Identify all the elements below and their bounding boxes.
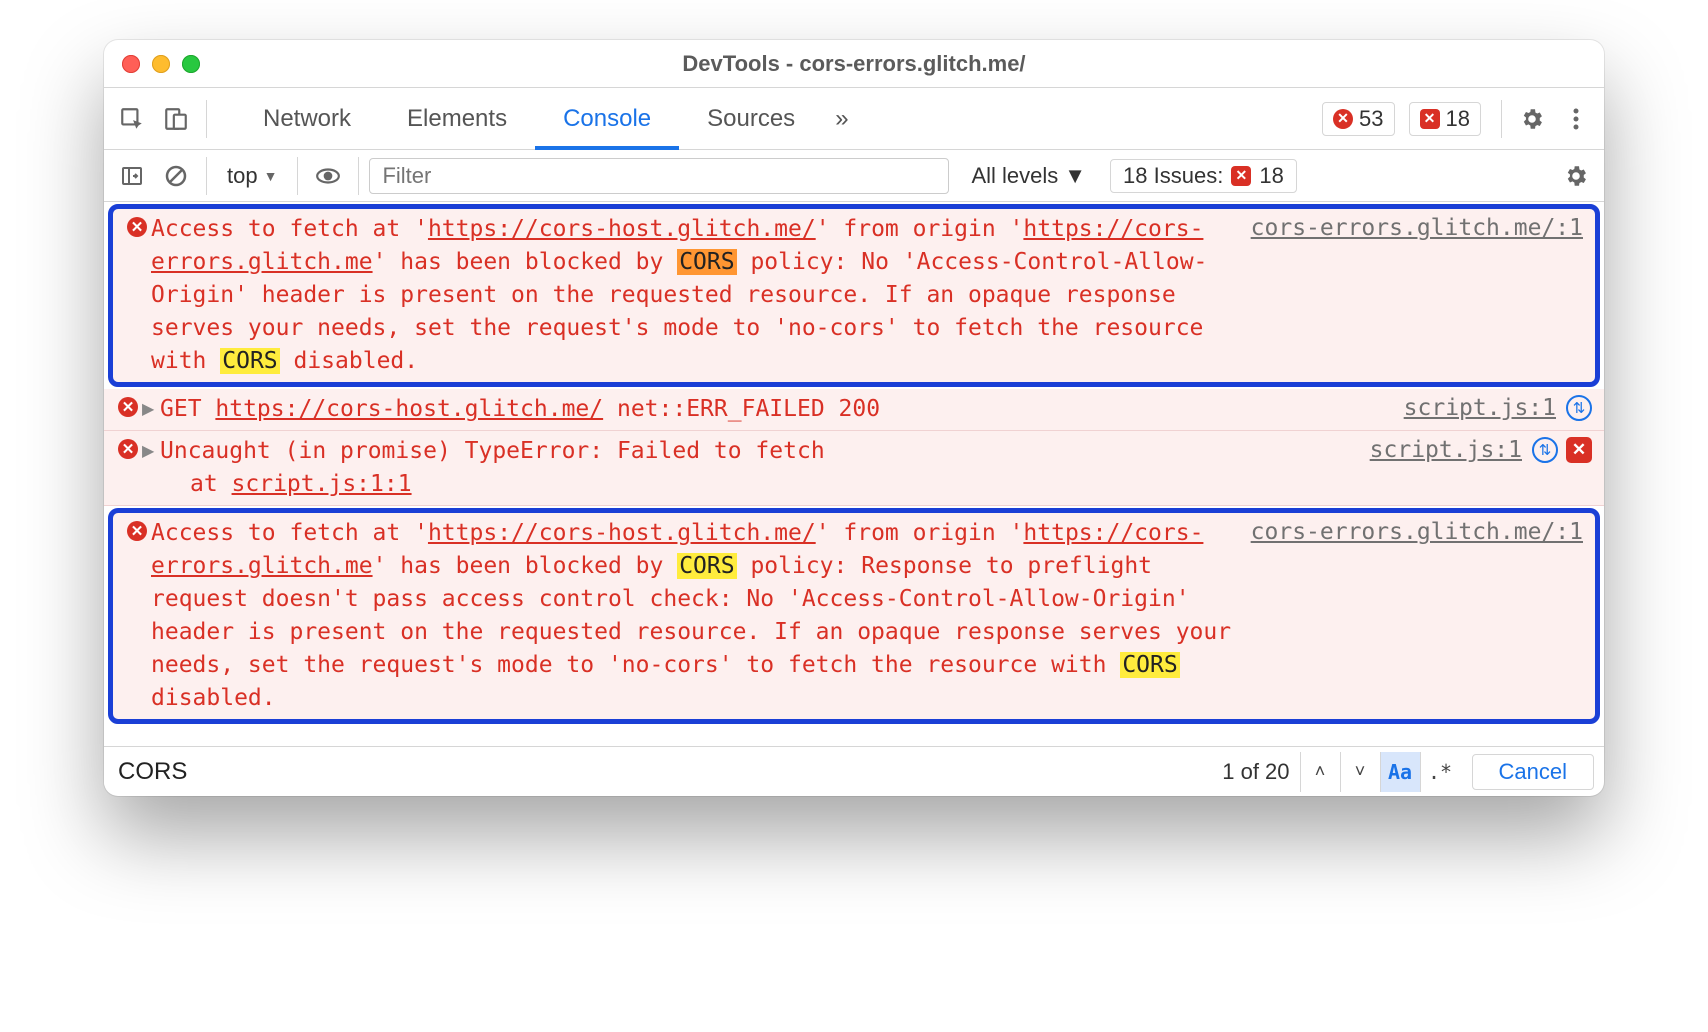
issues-label: 18 Issues: xyxy=(1123,163,1223,189)
find-prev-button[interactable]: ˄ xyxy=(1300,752,1340,792)
chevron-down-icon: ▼ xyxy=(1064,163,1086,189)
separator xyxy=(358,157,359,195)
find-input[interactable] xyxy=(104,758,1212,786)
sidebar-toggle-icon[interactable] xyxy=(112,156,152,196)
chevron-down-icon: ▼ xyxy=(264,168,278,184)
levels-label: All levels xyxy=(971,163,1058,189)
regex-toggle[interactable]: .* xyxy=(1420,752,1460,792)
expand-toggle-icon[interactable]: ▶ xyxy=(142,393,160,426)
separator xyxy=(297,157,298,195)
source-link[interactable]: cors-errors.glitch.me/:1 xyxy=(1237,517,1583,715)
source-link[interactable]: cors-errors.glitch.me/:1 xyxy=(1237,213,1583,378)
kebab-menu-icon[interactable] xyxy=(1556,99,1596,139)
expand-toggle-icon[interactable]: ▶ xyxy=(142,435,160,468)
error-icon: ✕ xyxy=(127,217,147,237)
context-label: top xyxy=(227,163,258,189)
tab-sources[interactable]: Sources xyxy=(679,88,823,150)
devtools-window: DevTools - cors-errors.glitch.me/ Networ… xyxy=(104,40,1604,796)
issue-link-icon[interactable]: ✕ xyxy=(1566,437,1592,463)
inspect-element-icon[interactable] xyxy=(112,99,152,139)
errors-count: 53 xyxy=(1359,106,1383,132)
separator xyxy=(1501,100,1502,138)
clear-console-icon[interactable] xyxy=(156,156,196,196)
context-selector[interactable]: top ▼ xyxy=(217,163,287,189)
log-levels-selector[interactable]: All levels ▼ xyxy=(971,163,1086,189)
live-expression-icon[interactable] xyxy=(308,156,348,196)
find-status: 1 of 20 xyxy=(1212,759,1299,785)
console-settings-icon[interactable] xyxy=(1556,156,1596,196)
source-link[interactable]: script.js:1 xyxy=(1390,393,1556,426)
main-tabbar: Network Elements Console Sources » ✕ 53 … xyxy=(104,88,1604,150)
window-title: DevTools - cors-errors.glitch.me/ xyxy=(104,51,1604,77)
find-next-button[interactable]: ˅ xyxy=(1340,752,1380,792)
console-error-row[interactable]: ✕ Access to fetch at 'https://cors-host.… xyxy=(108,508,1600,724)
device-toolbar-icon[interactable] xyxy=(156,99,196,139)
errors-badge[interactable]: ✕ 53 xyxy=(1322,102,1394,136)
separator xyxy=(206,157,207,195)
titlebar: DevTools - cors-errors.glitch.me/ xyxy=(104,40,1604,88)
issues-badge[interactable]: ✕ 18 xyxy=(1409,102,1481,136)
issues-count: 18 xyxy=(1446,106,1470,132)
error-icon: ✕ xyxy=(1333,109,1353,129)
stack-link[interactable]: script.js:1:1 xyxy=(232,471,412,497)
network-link-icon[interactable]: ⇅ xyxy=(1566,395,1592,421)
error-icon: ✕ xyxy=(127,521,147,541)
find-bar: 1 of 20 ˄ ˅ Aa .* Cancel xyxy=(104,746,1604,796)
network-link-icon[interactable]: ⇅ xyxy=(1532,437,1558,463)
tab-console[interactable]: Console xyxy=(535,88,679,150)
console-error-row[interactable]: ✕ Access to fetch at 'https://cors-host.… xyxy=(108,204,1600,387)
panel-tabs: Network Elements Console Sources » xyxy=(235,88,861,150)
error-icon: ✕ xyxy=(118,397,138,417)
tab-network[interactable]: Network xyxy=(235,88,379,150)
separator xyxy=(206,100,207,138)
filter-input[interactable] xyxy=(369,158,949,194)
tab-overflow[interactable]: » xyxy=(823,88,860,150)
error-icon: ✕ xyxy=(118,439,138,459)
console-error-row[interactable]: ✕ ▶ Uncaught (in promise) TypeError: Fai… xyxy=(104,431,1604,506)
find-cancel-button[interactable]: Cancel xyxy=(1472,754,1594,790)
error-message: Access to fetch at 'https://cors-host.gl… xyxy=(151,213,1237,378)
issue-icon: ✕ xyxy=(1420,109,1440,129)
settings-icon[interactable] xyxy=(1512,99,1552,139)
source-link[interactable]: script.js:1 xyxy=(1356,435,1522,468)
tab-elements[interactable]: Elements xyxy=(379,88,535,150)
console-messages: ✕ Access to fetch at 'https://cors-host.… xyxy=(104,204,1604,746)
issues-link[interactable]: 18 Issues: ✕ 18 xyxy=(1110,159,1297,193)
stack-frame: at script.js:1:1 xyxy=(114,468,412,501)
console-toolbar: top ▼ All levels ▼ 18 Issues: ✕ 18 xyxy=(104,150,1604,202)
issues-badge-count: 18 xyxy=(1259,163,1283,189)
issue-icon: ✕ xyxy=(1231,166,1251,186)
match-case-toggle[interactable]: Aa xyxy=(1380,752,1420,792)
error-message: Access to fetch at 'https://cors-host.gl… xyxy=(151,517,1237,715)
error-message: GET https://cors-host.glitch.me/ net::ER… xyxy=(160,393,1390,426)
error-message: Uncaught (in promise) TypeError: Failed … xyxy=(160,435,1356,468)
console-error-row[interactable]: ✕ ▶ GET https://cors-host.glitch.me/ net… xyxy=(104,389,1604,431)
